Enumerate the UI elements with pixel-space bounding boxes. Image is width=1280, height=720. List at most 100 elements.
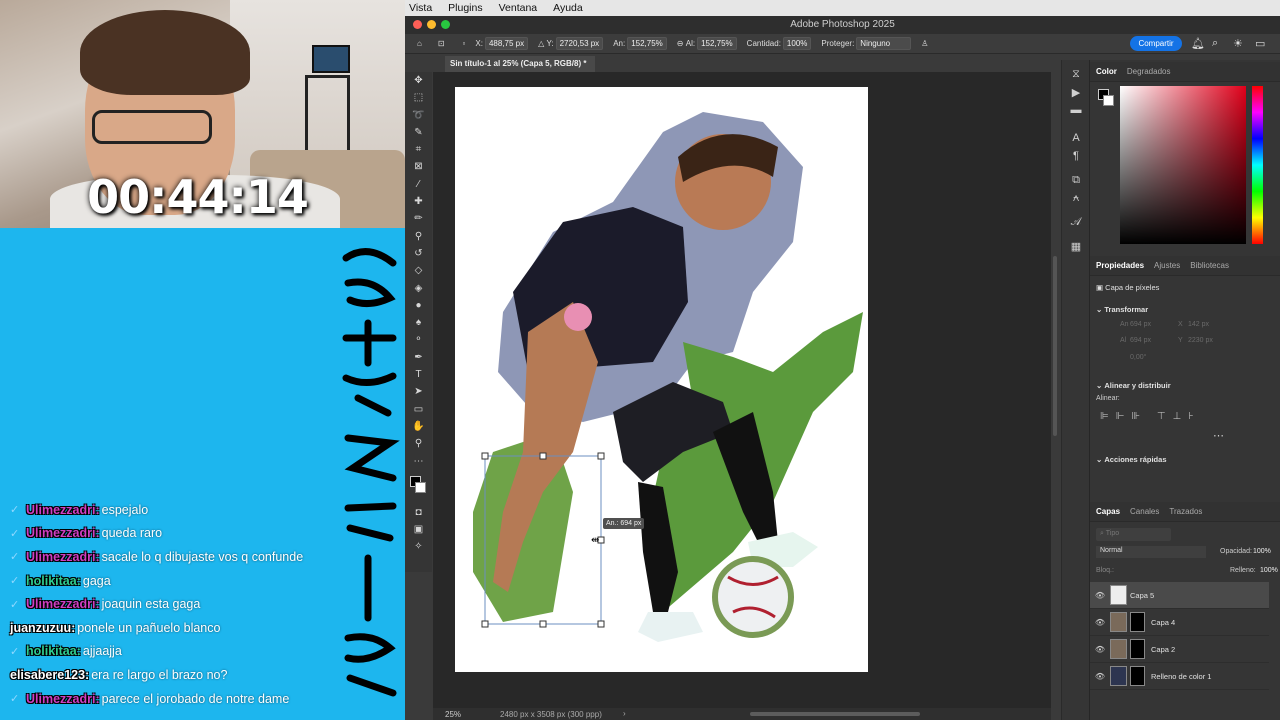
comments-panel-icon[interactable]: ▬ — [1062, 104, 1090, 122]
link-icon[interactable]: ⊖ — [677, 39, 686, 48]
layer-name[interactable]: Capa 2 — [1151, 645, 1175, 654]
more-options-icon[interactable]: ⋯ — [1213, 429, 1224, 442]
generative-icon[interactable]: ✧ — [405, 538, 432, 555]
canvas-area[interactable]: ⇹ An.: 694 px — [433, 72, 1051, 708]
transform-x-input[interactable]: 142 px — [1188, 321, 1209, 328]
tab-libraries[interactable]: Bibliotecas — [1190, 261, 1229, 270]
transform-icon[interactable]: ⊡ — [438, 39, 445, 48]
sponge-tool-icon[interactable]: ⚬ — [405, 331, 432, 348]
menu-plugins[interactable]: Plugins — [448, 2, 482, 14]
menu-vista[interactable]: Vista — [409, 2, 432, 14]
layer-filter-input[interactable]: ⌕ Tipo — [1096, 528, 1171, 541]
path-select-tool-icon[interactable]: ➤ — [405, 383, 432, 400]
visibility-eye-icon[interactable]: 👁︎ — [1090, 645, 1110, 654]
transform-section[interactable]: ⌄ Transformar — [1096, 305, 1148, 314]
layer-name[interactable]: Relleno de color 1 — [1151, 672, 1211, 681]
stamp-tool-icon[interactable]: ⚲ — [405, 228, 432, 245]
transform-w-input[interactable]: 694 px — [1130, 321, 1151, 328]
color-swatches[interactable] — [405, 470, 432, 504]
minimize-window-button[interactable] — [427, 20, 436, 29]
layer-row[interactable]: 👁︎ Capa 2 — [1090, 636, 1269, 663]
quick-actions-section[interactable]: ⌄ Acciones rápidas — [1096, 455, 1166, 464]
glyphs-panel-icon[interactable]: ⧉ — [1062, 174, 1090, 192]
visibility-eye-icon[interactable]: 👁︎ — [1090, 672, 1110, 681]
tab-properties[interactable]: Propiedades — [1096, 261, 1144, 270]
character-panel-icon[interactable]: A — [1062, 132, 1090, 150]
height-input[interactable]: 152,75% — [697, 37, 737, 50]
workspace-icon[interactable]: ▭ — [1255, 37, 1265, 50]
layer-mask-thumbnail[interactable] — [1130, 612, 1145, 632]
eraser-tool-icon[interactable]: ◇ — [405, 262, 432, 279]
history-panel-icon[interactable]: ⧖ — [1062, 68, 1090, 86]
status-chevron-icon[interactable]: › — [623, 709, 626, 718]
visibility-eye-icon[interactable]: 👁︎ — [1090, 618, 1110, 627]
amount-input[interactable]: 100% — [782, 37, 812, 50]
vertical-scrollbar[interactable] — [1053, 256, 1057, 436]
dodge-tool-icon[interactable]: ♠ — [405, 314, 432, 331]
opacity-input[interactable]: 100% — [1253, 548, 1271, 555]
bucket-tool-icon[interactable]: ◈ — [405, 280, 432, 297]
tab-gradients[interactable]: Degradados — [1127, 67, 1171, 76]
crop-tool-icon[interactable]: ⌗ — [405, 141, 432, 158]
quick-mask-icon[interactable]: ◘ — [405, 504, 432, 521]
tab-color[interactable]: Color — [1096, 67, 1117, 76]
y-input[interactable]: 2720,53 px — [555, 37, 604, 50]
align-section[interactable]: ⌄ Alinear y distribuir — [1096, 381, 1171, 390]
brush-tool-icon[interactable]: ✏ — [405, 210, 432, 227]
reference-point-icon[interactable]: ▫ — [463, 39, 466, 48]
transform-h-input[interactable]: 694 px — [1130, 337, 1151, 344]
glyph-panel-icon[interactable]: 𝒜 — [1062, 216, 1090, 234]
protect-select[interactable]: Ninguno — [856, 37, 912, 50]
zoom-window-button[interactable] — [441, 20, 450, 29]
layer-row[interactable]: 👁︎ Capa 5 — [1090, 582, 1269, 609]
horizontal-scrollbar[interactable] — [750, 712, 920, 716]
transform-y-input[interactable]: 2230 px — [1188, 337, 1213, 344]
layer-row[interactable]: 👁︎ Capa 4 — [1090, 609, 1269, 636]
layer-row[interactable]: 👁︎ Relleno de color 1 — [1090, 663, 1269, 690]
screen-mode-icon[interactable]: ▣ — [405, 521, 432, 538]
tab-paths[interactable]: Trazados — [1169, 507, 1202, 516]
tab-channels[interactable]: Canales — [1130, 507, 1159, 516]
healing-tool-icon[interactable]: ✚ — [405, 193, 432, 210]
hand-tool-icon[interactable]: ✋ — [405, 418, 432, 435]
blend-mode-select[interactable]: Normal — [1096, 546, 1206, 558]
hue-slider[interactable] — [1252, 86, 1263, 244]
tab-adjustments[interactable]: Ajustes — [1154, 261, 1180, 270]
menu-ayuda[interactable]: Ayuda — [553, 2, 583, 14]
home-icon[interactable]: ⌂ — [417, 39, 422, 48]
pen-tool-icon[interactable]: ✒ — [405, 349, 432, 366]
menu-ventana[interactable]: Ventana — [499, 2, 538, 14]
document-canvas[interactable]: ⇹ — [433, 72, 1051, 708]
width-input[interactable]: 152,75% — [627, 37, 667, 50]
marquee-tool-icon[interactable]: ⬚ — [405, 89, 432, 106]
layer-name[interactable]: Capa 4 — [1151, 618, 1175, 627]
zoom-level[interactable]: 25% — [445, 710, 461, 719]
table-panel-icon[interactable]: ▦ — [1062, 240, 1090, 258]
styles-panel-icon[interactable]: ⍲ — [1062, 192, 1090, 210]
visibility-eye-icon[interactable]: 👁︎ — [1090, 591, 1110, 600]
eyedropper-tool-icon[interactable]: ⁄ — [405, 176, 432, 193]
color-picker-field[interactable] — [1120, 86, 1246, 244]
transform-angle-input[interactable]: 0,00° — [1130, 354, 1146, 361]
discover-icon[interactable]: ☀ — [1233, 37, 1243, 50]
more-tools-icon[interactable]: ⋯ — [405, 453, 432, 470]
document-tab[interactable]: Sin título-1 al 25% (Capa 5, RGB/8) * — [445, 56, 595, 72]
background-color-swatch[interactable] — [1103, 95, 1114, 106]
frame-tool-icon[interactable]: ⊠ — [405, 158, 432, 175]
history-brush-tool-icon[interactable]: ↺ — [405, 245, 432, 262]
person-icon[interactable]: ♙ — [921, 39, 928, 48]
x-input[interactable]: 488,75 px — [484, 37, 529, 50]
tab-layers[interactable]: Capas — [1096, 507, 1120, 516]
search-icon[interactable]: ⌕ — [1212, 37, 1218, 50]
close-window-button[interactable] — [413, 20, 422, 29]
layer-name[interactable]: Capa 5 — [1130, 591, 1154, 600]
quick-select-tool-icon[interactable]: ✎ — [405, 124, 432, 141]
blur-tool-icon[interactable]: ● — [405, 297, 432, 314]
paragraph-panel-icon[interactable]: ¶ — [1062, 150, 1090, 168]
zoom-tool-icon[interactable]: ⚲ — [405, 435, 432, 452]
layer-mask-thumbnail[interactable] — [1130, 639, 1145, 659]
fill-input[interactable]: 100% — [1260, 567, 1278, 574]
align-buttons[interactable]: ⊫⊩⊪ ⊤⊥⊦ — [1100, 411, 1201, 422]
lasso-tool-icon[interactable]: ➰ — [405, 107, 432, 124]
share-button[interactable]: Compartir — [1130, 36, 1182, 51]
